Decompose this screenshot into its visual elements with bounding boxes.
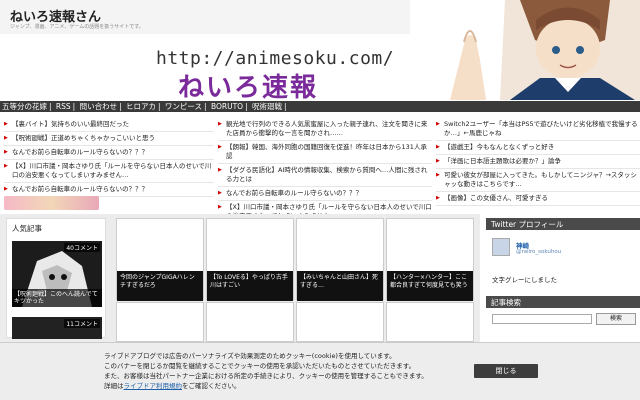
- popular-thumbnail[interactable]: 40コメント 【呪術廻戦】このへん読んでてキツかった: [12, 241, 102, 307]
- search-heading: 記事検索: [486, 296, 640, 308]
- tile-caption[interactable]: 【みいちゃんと山田さん】死すぎる…: [297, 271, 383, 301]
- site-logo[interactable]: ねいろ速報: [178, 67, 318, 100]
- popular-thumbnail[interactable]: 11コメント: [12, 317, 102, 339]
- cookie-close-button[interactable]: 閉じる: [474, 364, 538, 378]
- link-column-right: Switch2ユーザー「本当はPS5で遊びたいけど劣化移植で我慢するか…」←馬鹿…: [436, 120, 640, 215]
- cookie-banner: ライブドアブログでは広告のパーソナライズや効果測定のためクッキー(cookie)…: [0, 342, 640, 400]
- article-tile[interactable]: [296, 302, 384, 342]
- article-tile[interactable]: [116, 302, 204, 342]
- article-link[interactable]: 【裏バイト】気持ちのいい最終回だった: [4, 120, 214, 132]
- article-tile[interactable]: 【ハンター×ハンター】ここ都合良すぎて何度見ても笑う: [386, 218, 474, 301]
- search-input[interactable]: [492, 314, 592, 324]
- nav-separator: |: [245, 102, 248, 111]
- avatar[interactable]: [492, 238, 510, 256]
- tile-caption[interactable]: 【To LOVEる】やっぱり古手川はすごい: [207, 271, 293, 301]
- mascot-illustration: [410, 0, 640, 100]
- nav-item-jujutsu[interactable]: 呪術廻戦: [252, 102, 282, 111]
- nav-separator: |: [158, 102, 161, 111]
- twitter-description: 文字グレーにしました: [492, 276, 557, 284]
- cookie-prefix: 詳細は: [104, 382, 124, 390]
- article-link[interactable]: なんでお前ら自転車のルール守らないの？？？: [218, 189, 432, 201]
- link-column-middle: 観光地で行列のできる人気黒蜜屋に入った親子連れ、注文を聞きに来た店員から衝撃的な…: [218, 120, 432, 224]
- article-tile[interactable]: 今回のジャンプGIGAハレンチすぎるだろ: [116, 218, 204, 301]
- article-link[interactable]: 可愛い彼女が部屋に入ってきた。もしかしてニンジャ？→スタッシャッな動きはこちらで…: [436, 171, 640, 192]
- article-tile[interactable]: [206, 302, 294, 342]
- popular-articles: 人気記事 40コメント 【呪術廻戦】このへん読んでてキツかった 11コメント: [6, 218, 106, 339]
- comment-count: 11コメント: [64, 319, 100, 328]
- nav-separator: |: [119, 102, 122, 111]
- search-button[interactable]: 検索: [596, 313, 636, 325]
- article-tile[interactable]: 【To LOVEる】やっぱり古手川はすごい: [206, 218, 294, 301]
- article-link[interactable]: 【朗報】韓国、海外同胞の国籍回復を促進！昨年は日本から131人承認: [218, 143, 432, 164]
- popular-title: 人気記事: [12, 224, 42, 233]
- twitter-profile-heading: Twitter プロフィール: [486, 218, 640, 230]
- article-link[interactable]: 【X】川口市議・岡本さゆり氏「ルールを守らない日本人のせいで川口の治安悪くなって…: [4, 162, 214, 183]
- article-link[interactable]: 【画像】この女優さん、可愛すぎる: [436, 194, 640, 206]
- article-link[interactable]: 【遊戯王】今もなんとなくずっと好き: [436, 143, 640, 155]
- twitter-handle[interactable]: @neiro_sokuhou: [516, 249, 561, 255]
- site-header: ねいろ速報さん ジャンプ、漫画、アニメ、ゲームの話題を扱うサイトです。 http…: [0, 0, 640, 100]
- article-tile[interactable]: [386, 302, 474, 342]
- cookie-line: ライブドアブログでは広告のパーソナライズや効果測定のためクッキー(cookie)…: [104, 352, 396, 360]
- nav-item-boruto[interactable]: BORUTO: [211, 102, 243, 111]
- cookie-message: ライブドアブログでは広告のパーソナライズや効果測定のためクッキー(cookie)…: [104, 351, 444, 391]
- banner-url: http://animesoku.com/: [156, 48, 395, 69]
- cookie-line: 詳細はライブドア利用規約をご確認ください。: [104, 381, 444, 391]
- nav-item-contact[interactable]: 問い合わせ: [80, 102, 118, 111]
- banner-thumbnail[interactable]: [4, 196, 99, 210]
- category-nav: 五等分の花嫁 | RSS | 問い合わせ | ヒロアカ | ワンピース | BORUTO |…: [0, 101, 640, 112]
- cookie-line: また、お客様は当社パートナー企業における所定の手続きにより、クッキーの使用を管理…: [104, 372, 428, 380]
- nav-separator: |: [204, 102, 207, 111]
- article-link[interactable]: Switch2ユーザー「本当はPS5で遊びたいけど劣化移植で我慢するか…」←馬鹿…: [436, 120, 640, 141]
- nav-item-onepiece[interactable]: ワンピース: [165, 102, 202, 111]
- article-link[interactable]: 観光地で行列のできる人気黒蜜屋に入った親子連れ、注文を聞きに来た店員から衝撃的な…: [218, 120, 432, 141]
- nav-item-rss[interactable]: RSS: [56, 102, 71, 111]
- nav-item-gotoubun[interactable]: 五等分の花嫁: [2, 102, 47, 111]
- nav-item-heroaca[interactable]: ヒロアカ: [126, 102, 156, 111]
- article-link[interactable]: なんでお前ら自転車のルール守らないの？？？: [4, 148, 214, 160]
- popular-caption[interactable]: 【呪術廻戦】このへん読んでてキツかった: [12, 289, 102, 307]
- nav-separator: |: [284, 102, 287, 111]
- terms-link[interactable]: ライブドア利用規約: [124, 382, 183, 390]
- site-tagline: ジャンプ、漫画、アニメ、ゲームの話題を扱うサイトです。: [10, 24, 144, 30]
- article-link[interactable]: 「洋画に日本語主題歌は必要か？」論争: [436, 157, 640, 169]
- cookie-suffix: をご確認ください。: [182, 382, 241, 390]
- cookie-line: このバナーを閉じるか閲覧を継続することでクッキーの使用を承認いただいたものとさせ…: [104, 362, 416, 370]
- nav-separator: |: [72, 102, 76, 111]
- article-link[interactable]: 【ダグる民語化】AI時代の情報収集、検索から質問へ…人間に残される力とは: [218, 166, 432, 187]
- article-link[interactable]: 【呪術廻戦】正道めちゃくちゃかっこいいと思う: [4, 134, 214, 146]
- article-tile[interactable]: 【みいちゃんと山田さん】死すぎる…: [296, 218, 384, 301]
- nav-separator: |: [49, 102, 52, 111]
- tile-caption[interactable]: 【ハンター×ハンター】ここ都合良すぎて何度見ても笑う: [387, 271, 473, 301]
- comment-count: 40コメント: [64, 243, 100, 252]
- tile-caption[interactable]: 今回のジャンプGIGAハレンチすぎるだろ: [117, 271, 203, 301]
